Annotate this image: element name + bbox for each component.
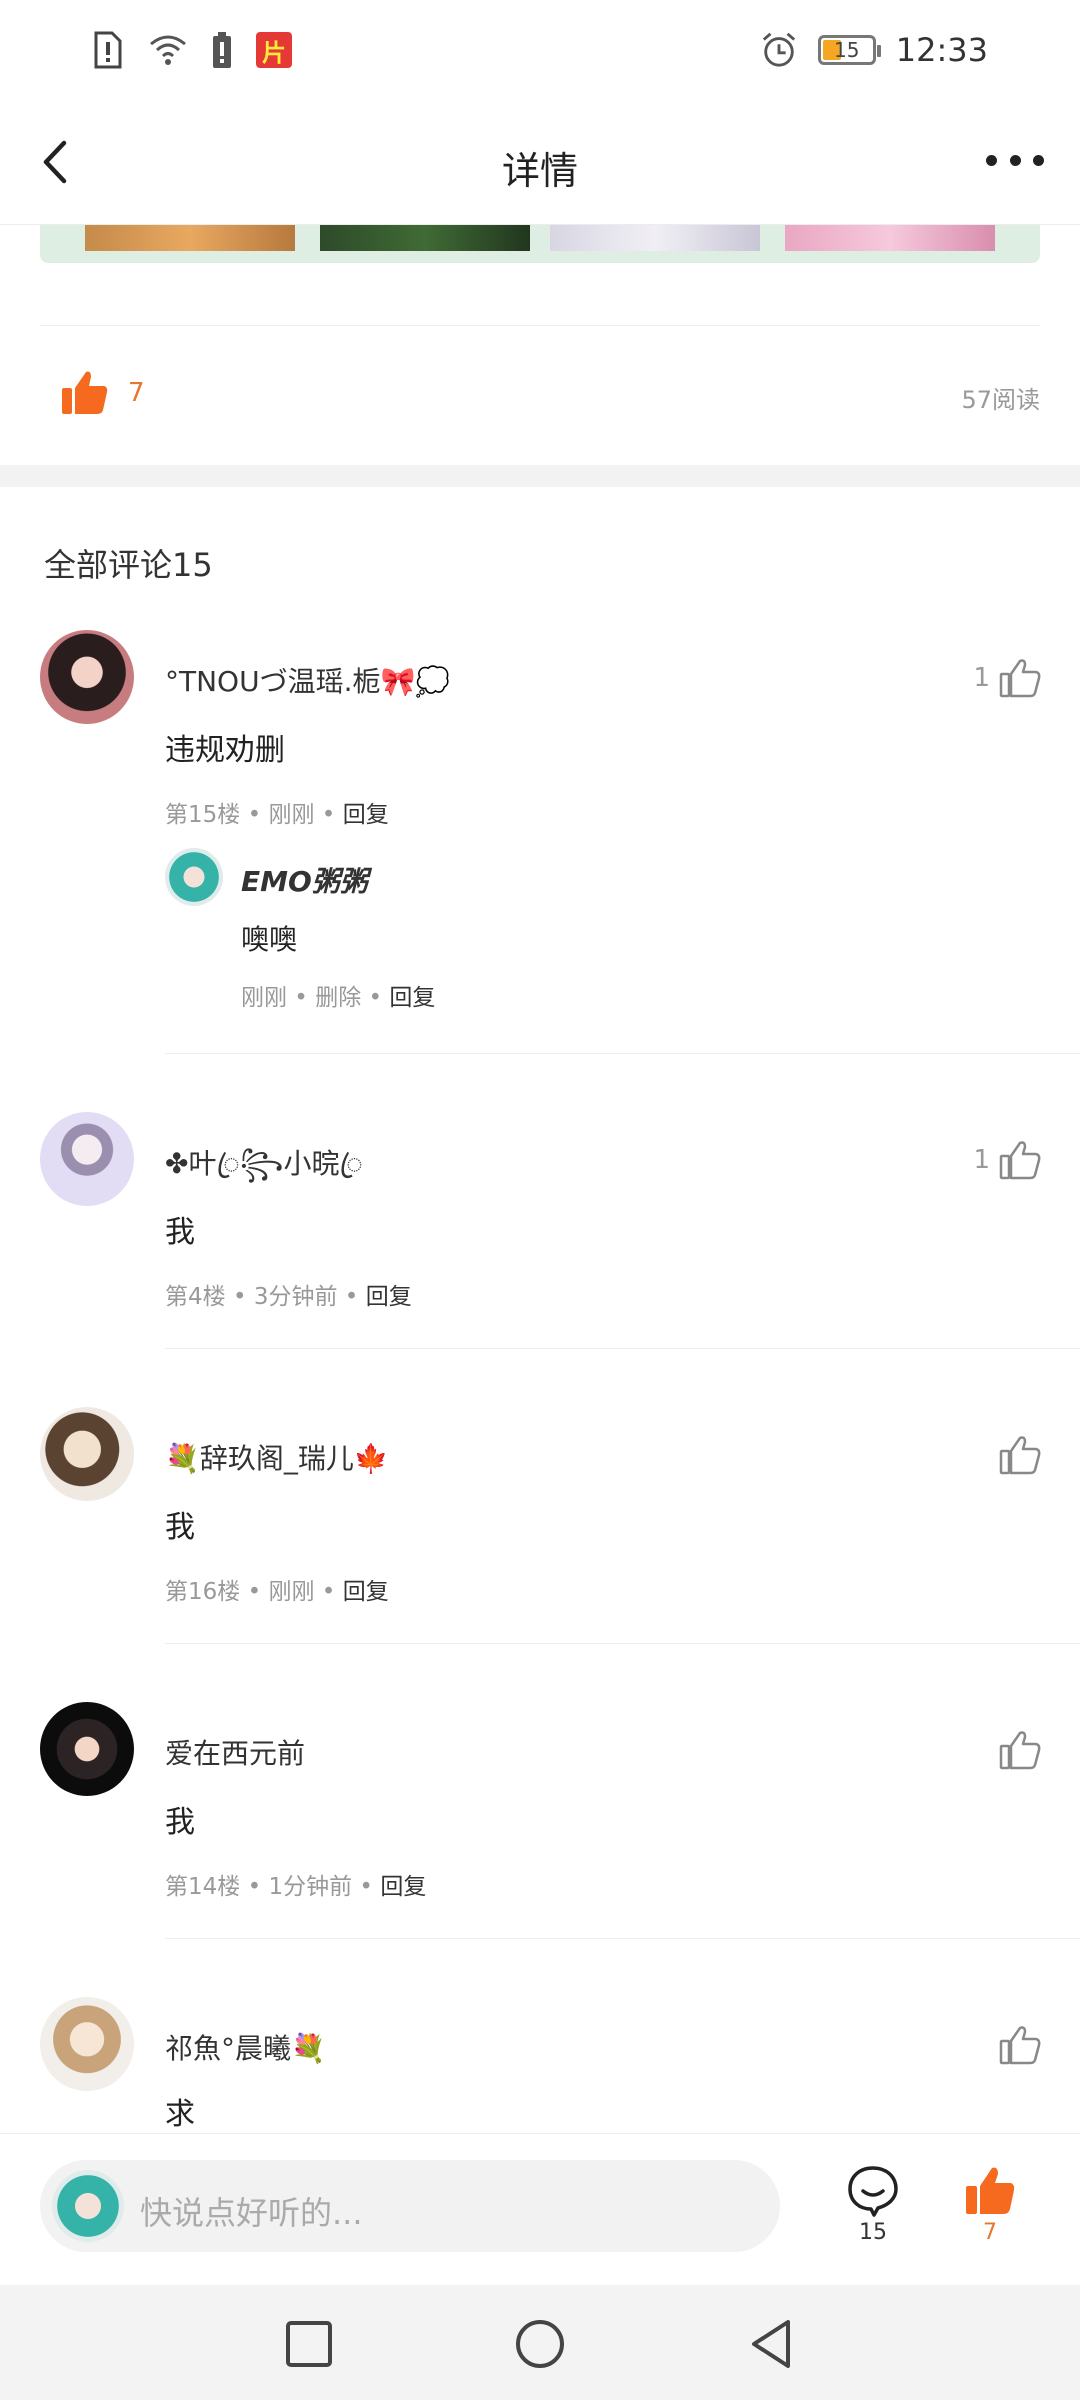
comment-input-placeholder: 快说点好听的... bbox=[140, 2194, 363, 2232]
delete-button[interactable]: 删除 bbox=[315, 985, 361, 1011]
avatar[interactable] bbox=[165, 848, 223, 906]
post-like-count: 7 bbox=[128, 378, 145, 408]
back-triangle-icon[interactable] bbox=[744, 2317, 798, 2371]
comment-floor: 第16楼 bbox=[165, 1579, 241, 1605]
comment-divider bbox=[165, 1643, 1080, 1644]
more-options-icon[interactable] bbox=[986, 148, 1044, 172]
comment-like-button[interactable]: 1 bbox=[973, 1138, 1042, 1182]
avatar[interactable] bbox=[40, 1112, 134, 1206]
battery-alert-icon bbox=[213, 32, 231, 68]
thumbs-up-outline-icon bbox=[999, 1436, 1041, 1475]
page-title: 详情 bbox=[501, 149, 578, 193]
avatar[interactable] bbox=[40, 1702, 134, 1796]
comment-author[interactable]: °TNOUづ温瑶.栀🎀💭 bbox=[165, 660, 450, 700]
comment-like-count: 1 bbox=[973, 1145, 990, 1175]
read-count: 57阅读 bbox=[961, 386, 1040, 414]
wifi-icon bbox=[150, 35, 186, 65]
comment-meta: 第4楼 • 3分钟前 • 回复 bbox=[165, 1284, 412, 1310]
avatar bbox=[52, 2170, 124, 2242]
status-right-icons: 15 12:33 bbox=[760, 30, 988, 70]
comment-like-button[interactable] bbox=[998, 2023, 1042, 2067]
thumbs-up-filled-icon bbox=[966, 2167, 1015, 2214]
comments-button[interactable]: 15 bbox=[833, 2164, 913, 2245]
comment-like-count: 1 bbox=[973, 663, 990, 693]
sim-alert-icon bbox=[94, 31, 122, 69]
avatar[interactable] bbox=[40, 630, 134, 724]
avatar[interactable] bbox=[40, 1997, 134, 2091]
comment-count: 15 bbox=[859, 2220, 887, 2245]
comment-divider bbox=[165, 1053, 1080, 1054]
comment-time: 刚刚 bbox=[268, 1579, 315, 1605]
status-left-icons: 片 bbox=[90, 30, 292, 70]
like-button[interactable]: 7 bbox=[950, 2164, 1030, 2245]
sub-reply-text: 噢噢 bbox=[241, 923, 298, 956]
reply-button[interactable]: 回复 bbox=[389, 985, 435, 1011]
comments-header: 全部评论15 bbox=[44, 546, 213, 584]
comment-bubble-icon bbox=[848, 2166, 898, 2217]
system-navigation-bar bbox=[0, 2285, 1080, 2400]
comment-author[interactable]: ✤叶ꦿ꧂小晥ꦿ bbox=[165, 1142, 363, 1199]
comment-text: 我 bbox=[165, 1805, 195, 1840]
comment-divider bbox=[165, 1938, 1080, 1939]
comment-author[interactable]: 爱在西元前 bbox=[165, 1732, 305, 1772]
status-time: 12:33 bbox=[895, 31, 988, 69]
post-image[interactable] bbox=[40, 225, 1040, 263]
sub-reply-time: 刚刚 bbox=[241, 985, 287, 1011]
avatar[interactable] bbox=[40, 1407, 134, 1501]
comment-meta: 第16楼 • 刚刚 • 回复 bbox=[165, 1579, 389, 1605]
comment-floor: 第15楼 bbox=[165, 802, 241, 828]
sub-reply-meta: 刚刚 • 删除 • 回复 bbox=[241, 985, 436, 1011]
recent-apps-icon[interactable] bbox=[282, 2317, 336, 2371]
comment-author[interactable]: 祁魚°晨曦💐 bbox=[165, 2027, 326, 2067]
comment-text: 我 bbox=[165, 1510, 195, 1545]
section-divider bbox=[0, 465, 1080, 487]
thumbs-up-filled-icon[interactable] bbox=[60, 368, 110, 418]
thumbs-up-outline-icon bbox=[999, 659, 1041, 698]
thumbs-up-outline-icon bbox=[999, 1731, 1041, 1770]
comment-text: 违规劝删 bbox=[165, 733, 285, 768]
battery-indicator: 15 bbox=[817, 35, 881, 65]
reply-button[interactable]: 回复 bbox=[343, 1579, 389, 1605]
comment-like-button[interactable]: 1 bbox=[973, 656, 1042, 700]
comment-input[interactable]: 快说点好听的... bbox=[40, 2160, 780, 2252]
status-bar: 片 15 12:33 bbox=[0, 0, 1080, 100]
comment-meta: 第15楼 • 刚刚 • 回复 bbox=[165, 802, 389, 828]
comment-text: 求 bbox=[165, 2097, 195, 2132]
comment-floor: 第14楼 bbox=[165, 1874, 241, 1900]
comment-author[interactable]: 💐辞玖阁_瑞儿🍁 bbox=[165, 1437, 389, 1477]
comment-text: 我 bbox=[165, 1215, 195, 1250]
sub-reply-author[interactable]: EMO粥粥 bbox=[241, 860, 368, 900]
comment-time: 刚刚 bbox=[268, 802, 315, 828]
home-icon[interactable] bbox=[513, 2317, 567, 2371]
comment-input-bar: 快说点好听的... 15 7 bbox=[0, 2133, 1080, 2285]
comment-time: 1分钟前 bbox=[268, 1874, 353, 1900]
comment-like-button[interactable] bbox=[998, 1728, 1042, 1772]
top-navbar: 详情 bbox=[0, 100, 1080, 225]
thumbs-up-outline-icon bbox=[999, 1141, 1041, 1180]
reply-button[interactable]: 回复 bbox=[343, 802, 389, 828]
thumbs-up-outline-icon bbox=[999, 2026, 1041, 2065]
like-count: 7 bbox=[983, 2220, 997, 2245]
comment-floor: 第4楼 bbox=[165, 1284, 226, 1310]
battery-level: 15 bbox=[834, 38, 860, 62]
app-notification-icon: 片 bbox=[256, 32, 292, 68]
post-like-row: 7 57阅读 bbox=[40, 360, 1040, 430]
reply-button[interactable]: 回复 bbox=[366, 1284, 412, 1310]
alarm-icon bbox=[762, 32, 795, 67]
reply-button[interactable]: 回复 bbox=[380, 1874, 426, 1900]
divider bbox=[40, 325, 1040, 326]
comment-meta: 第14楼 • 1分钟前 • 回复 bbox=[165, 1874, 427, 1900]
comment-like-button[interactable] bbox=[998, 1433, 1042, 1477]
comment-divider bbox=[165, 1348, 1080, 1349]
comment-time: 3分钟前 bbox=[253, 1284, 338, 1310]
